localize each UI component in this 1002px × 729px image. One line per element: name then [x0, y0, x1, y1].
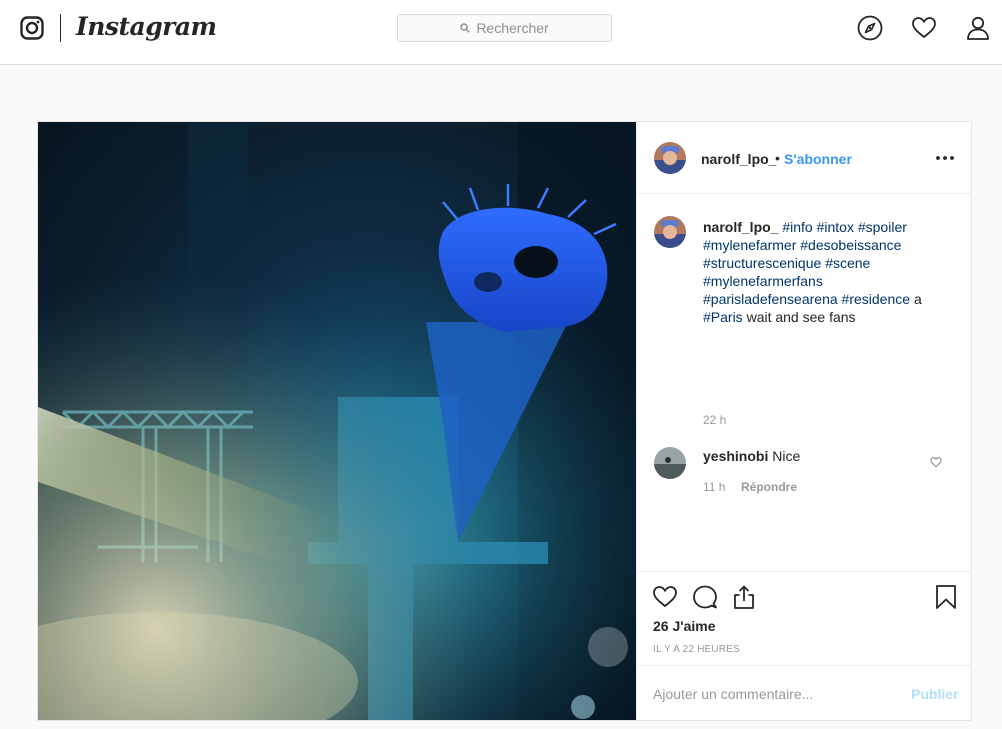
- post-author-username[interactable]: narolf_lpo_: [701, 151, 776, 167]
- comment-input[interactable]: Ajouter un commentaire...: [653, 686, 813, 702]
- publish-button[interactable]: Publier: [911, 686, 958, 702]
- hashtag-link[interactable]: #residence: [842, 291, 911, 307]
- top-nav: Instagram Rechercher: [0, 0, 1002, 65]
- post-caption: narolf_lpo_ #info #intox #spoiler #mylen…: [703, 218, 953, 326]
- likes-count[interactable]: 26 J'aime: [653, 618, 716, 634]
- compass-icon[interactable]: [857, 15, 883, 41]
- comment-timestamp[interactable]: 11 h: [703, 480, 725, 494]
- hashtag-link[interactable]: #structurescenique: [703, 255, 821, 271]
- add-comment-form: Ajouter un commentaire... Publier: [637, 665, 972, 721]
- like-icon[interactable]: [652, 584, 678, 610]
- caption-text: a: [913, 291, 922, 307]
- profile-icon[interactable]: [965, 15, 991, 41]
- post-sidebar: narolf_lpo_ • S'abonner narolf_lpo_ #inf…: [636, 122, 972, 720]
- caption-username[interactable]: narolf_lpo_: [703, 219, 778, 235]
- comments-list: narolf_lpo_ #info #intox #spoiler #mylen…: [637, 195, 972, 571]
- hashtag-link[interactable]: #desobeissance: [800, 237, 901, 253]
- separator-dot: •: [775, 150, 780, 166]
- post-timestamp[interactable]: IL Y A 22 HEURES: [653, 644, 740, 655]
- follow-button[interactable]: S'abonner: [784, 151, 852, 167]
- share-icon[interactable]: [731, 584, 757, 610]
- comment-text: Nice: [772, 448, 801, 464]
- post-card: narolf_lpo_ • S'abonner narolf_lpo_ #inf…: [37, 121, 972, 721]
- hashtag-link[interactable]: #parisladefensearena: [703, 291, 838, 307]
- save-icon[interactable]: [933, 584, 959, 610]
- hashtag-link[interactable]: #mylenefarmer: [703, 237, 796, 253]
- commenter-avatar[interactable]: [654, 447, 686, 479]
- hashtag-link[interactable]: #mylenefarmerfans: [703, 273, 823, 289]
- comment-like-icon[interactable]: [930, 456, 942, 468]
- hashtag-link[interactable]: #spoiler: [858, 219, 907, 235]
- more-options-icon[interactable]: [935, 151, 955, 165]
- hashtag-link[interactable]: #Paris: [703, 309, 743, 325]
- search-icon: [460, 23, 471, 33]
- comment-username[interactable]: yeshinobi: [703, 448, 768, 464]
- hashtag-link[interactable]: #scene: [825, 255, 870, 271]
- comment: yeshinobi Nice: [703, 448, 800, 464]
- post-actions: 26 J'aime IL Y A 22 HEURES Ajouter un co…: [637, 571, 972, 720]
- post-header: narolf_lpo_ • S'abonner: [637, 122, 972, 194]
- caption-timestamp[interactable]: 22 h: [703, 413, 726, 427]
- concert-stage-photo: [38, 122, 636, 720]
- hashtag-link[interactable]: #info: [782, 219, 812, 235]
- search-input[interactable]: Rechercher: [397, 14, 612, 42]
- heart-icon[interactable]: [911, 15, 937, 41]
- post-image[interactable]: [38, 122, 636, 720]
- caption-text: wait and see fans: [746, 309, 856, 325]
- logo-divider: [60, 14, 61, 42]
- instagram-wordmark[interactable]: Instagram: [76, 12, 217, 41]
- caption-avatar[interactable]: [654, 216, 686, 248]
- search-placeholder: Rechercher: [476, 20, 549, 36]
- avatar[interactable]: [654, 142, 686, 174]
- comment-icon[interactable]: [692, 584, 718, 610]
- hashtag-link[interactable]: #intox: [817, 219, 854, 235]
- reply-button[interactable]: Répondre: [741, 480, 797, 494]
- instagram-glyph-icon[interactable]: [20, 16, 44, 40]
